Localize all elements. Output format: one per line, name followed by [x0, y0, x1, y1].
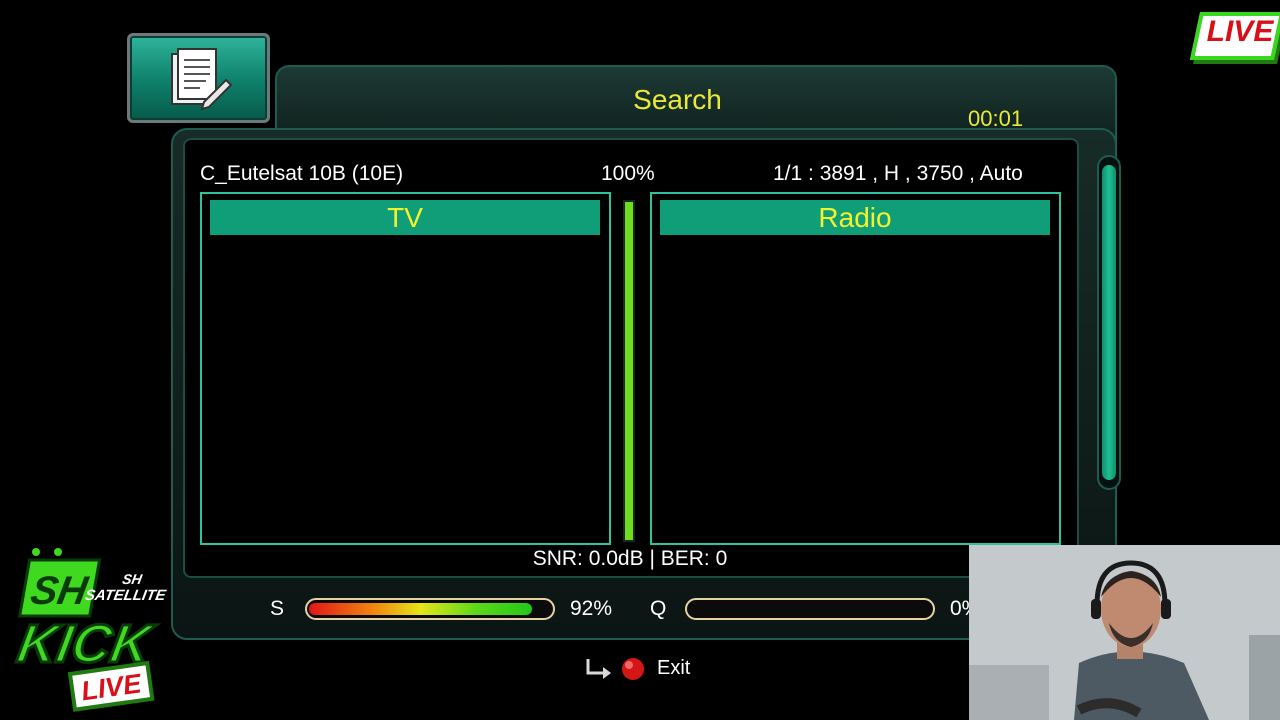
channel-logo: SH SH SATELLITE KICK LIVE	[12, 548, 168, 712]
tv-channel-list[interactable]	[200, 192, 611, 545]
snr-ber-readout: SNR: 0.0dB | BER: 0	[532, 547, 728, 570]
strength-value: 92%	[570, 597, 613, 620]
live-badge-text: LIVE	[1206, 15, 1274, 48]
exit-label[interactable]: Exit	[657, 657, 690, 680]
presenter-image	[969, 545, 1280, 720]
quality-bar	[685, 598, 935, 620]
logo-sh-text: SH	[27, 568, 91, 613]
menu-icon-box	[127, 33, 270, 123]
scrollbar-thumb[interactable]	[1102, 165, 1116, 480]
logo-sh-small-text: SH	[121, 571, 144, 587]
page-title: Search	[633, 84, 722, 115]
strength-bar-fill	[309, 603, 532, 615]
webcam-overlay	[969, 545, 1280, 720]
tv-list-header: TV	[210, 200, 600, 235]
strength-bar	[305, 598, 555, 620]
strength-label: S	[270, 597, 285, 620]
radio-channel-list[interactable]	[650, 192, 1061, 545]
logo-satellite-text: SATELLITE	[84, 587, 168, 604]
scan-progress-fill	[625, 202, 633, 540]
transponder-info: 1/1 : 3891 , H , 3750 , Auto	[773, 162, 1023, 185]
quality-label: Q	[650, 597, 667, 620]
satellite-name: C_Eutelsat 10B (10E)	[200, 162, 404, 185]
radio-list-header: Radio	[660, 200, 1050, 235]
return-arrow-icon	[586, 658, 644, 680]
document-edit-icon	[171, 48, 233, 111]
scan-progress-text: 100%	[601, 162, 655, 185]
